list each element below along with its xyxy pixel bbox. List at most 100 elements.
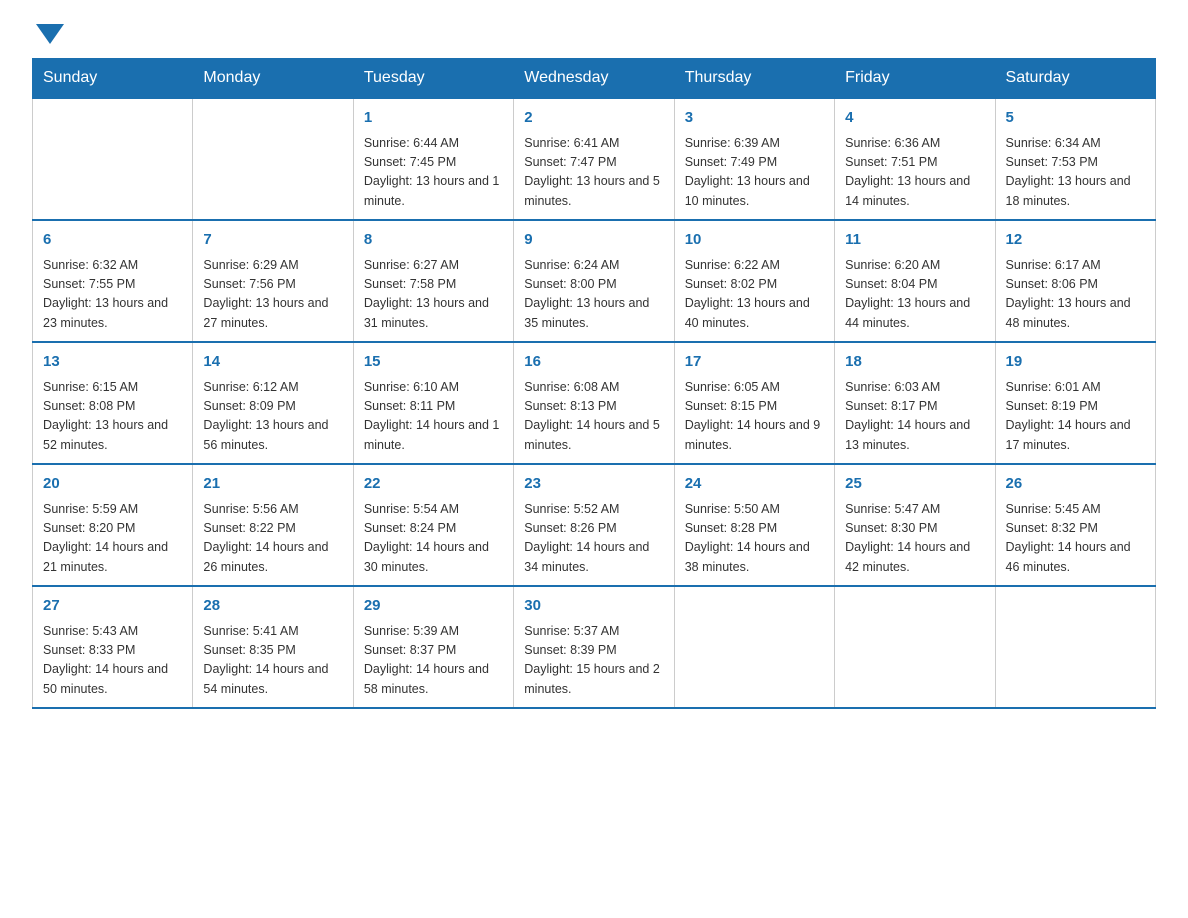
calendar-week-row: 1 Sunrise: 6:44 AMSunset: 7:45 PMDaylight… bbox=[33, 98, 1156, 220]
weekday-header-monday: Monday bbox=[193, 59, 353, 99]
day-info: Sunrise: 6:15 AMSunset: 8:08 PMDaylight:… bbox=[43, 378, 182, 456]
calendar-cell: 26 Sunrise: 5:45 AMSunset: 8:32 PMDayligh… bbox=[995, 464, 1155, 586]
calendar-cell: 24Sunrise: 5:50 AMSunset: 8:28 PMDayligh… bbox=[674, 464, 834, 586]
calendar-week-row: 13 Sunrise: 6:15 AMSunset: 8:08 PMDayligh… bbox=[33, 342, 1156, 464]
calendar-cell: 23 Sunrise: 5:52 AMSunset: 8:26 PMDayligh… bbox=[514, 464, 674, 586]
day-info: Sunrise: 6:05 AMSunset: 8:15 PMDaylight:… bbox=[685, 378, 824, 456]
day-info: Sunrise: 6:22 AMSunset: 8:02 PMDaylight:… bbox=[685, 256, 824, 334]
day-info: Sunrise: 6:41 AMSunset: 7:47 PMDaylight:… bbox=[524, 134, 663, 212]
calendar-cell: 28 Sunrise: 5:41 AMSunset: 8:35 PMDayligh… bbox=[193, 586, 353, 708]
calendar-cell bbox=[995, 586, 1155, 708]
day-number: 4 bbox=[845, 107, 984, 130]
calendar-cell bbox=[835, 586, 995, 708]
calendar-cell: 11 Sunrise: 6:20 AMSunset: 8:04 PMDayligh… bbox=[835, 220, 995, 342]
day-number: 14 bbox=[203, 351, 342, 374]
day-number: 7 bbox=[203, 229, 342, 252]
day-info: Sunrise: 5:37 AMSunset: 8:39 PMDaylight:… bbox=[524, 622, 663, 700]
day-info: Sunrise: 5:41 AMSunset: 8:35 PMDaylight:… bbox=[203, 622, 342, 700]
day-number: 16 bbox=[524, 351, 663, 374]
weekday-header-tuesday: Tuesday bbox=[353, 59, 513, 99]
day-info: Sunrise: 5:50 AMSunset: 8:28 PMDaylight:… bbox=[685, 500, 824, 578]
day-info: Sunrise: 6:24 AMSunset: 8:00 PMDaylight:… bbox=[524, 256, 663, 334]
calendar-cell: 5Sunrise: 6:34 AMSunset: 7:53 PMDaylight… bbox=[995, 98, 1155, 220]
logo-triangle-icon bbox=[36, 24, 64, 44]
calendar-cell: 25 Sunrise: 5:47 AMSunset: 8:30 PMDayligh… bbox=[835, 464, 995, 586]
day-number: 26 bbox=[1006, 473, 1145, 496]
day-info: Sunrise: 5:56 AMSunset: 8:22 PMDaylight:… bbox=[203, 500, 342, 578]
day-number: 21 bbox=[203, 473, 342, 496]
day-info: Sunrise: 5:43 AMSunset: 8:33 PMDaylight:… bbox=[43, 622, 182, 700]
calendar-week-row: 6Sunrise: 6:32 AMSunset: 7:55 PMDaylight… bbox=[33, 220, 1156, 342]
day-number: 8 bbox=[364, 229, 503, 252]
day-number: 3 bbox=[685, 107, 824, 130]
calendar-cell: 22 Sunrise: 5:54 AMSunset: 8:24 PMDayligh… bbox=[353, 464, 513, 586]
logo bbox=[32, 24, 64, 38]
day-info: Sunrise: 5:39 AMSunset: 8:37 PMDaylight:… bbox=[364, 622, 503, 700]
calendar-cell: 4 Sunrise: 6:36 AMSunset: 7:51 PMDaylight… bbox=[835, 98, 995, 220]
day-info: Sunrise: 5:52 AMSunset: 8:26 PMDaylight:… bbox=[524, 500, 663, 578]
day-info: Sunrise: 6:44 AMSunset: 7:45 PMDaylight:… bbox=[364, 134, 503, 212]
calendar-cell: 20 Sunrise: 5:59 AMSunset: 8:20 PMDayligh… bbox=[33, 464, 193, 586]
day-info: Sunrise: 6:20 AMSunset: 8:04 PMDaylight:… bbox=[845, 256, 984, 334]
day-number: 19 bbox=[1006, 351, 1145, 374]
day-number: 2 bbox=[524, 107, 663, 130]
weekday-header-wednesday: Wednesday bbox=[514, 59, 674, 99]
calendar-cell: 13 Sunrise: 6:15 AMSunset: 8:08 PMDayligh… bbox=[33, 342, 193, 464]
calendar-cell: 3 Sunrise: 6:39 AMSunset: 7:49 PMDaylight… bbox=[674, 98, 834, 220]
day-info: Sunrise: 6:36 AMSunset: 7:51 PMDaylight:… bbox=[845, 134, 984, 212]
weekday-header-thursday: Thursday bbox=[674, 59, 834, 99]
calendar-cell: 17 Sunrise: 6:05 AMSunset: 8:15 PMDayligh… bbox=[674, 342, 834, 464]
day-number: 10 bbox=[685, 229, 824, 252]
day-number: 17 bbox=[685, 351, 824, 374]
day-number: 30 bbox=[524, 595, 663, 618]
day-info: Sunrise: 6:12 AMSunset: 8:09 PMDaylight:… bbox=[203, 378, 342, 456]
day-number: 27 bbox=[43, 595, 182, 618]
calendar-week-row: 27 Sunrise: 5:43 AMSunset: 8:33 PMDayligh… bbox=[33, 586, 1156, 708]
day-number: 13 bbox=[43, 351, 182, 374]
day-info: Sunrise: 5:47 AMSunset: 8:30 PMDaylight:… bbox=[845, 500, 984, 578]
page-header bbox=[32, 24, 1156, 38]
day-number: 9 bbox=[524, 229, 663, 252]
day-info: Sunrise: 6:39 AMSunset: 7:49 PMDaylight:… bbox=[685, 134, 824, 212]
calendar-cell: 6Sunrise: 6:32 AMSunset: 7:55 PMDaylight… bbox=[33, 220, 193, 342]
calendar-cell: 9 Sunrise: 6:24 AMSunset: 8:00 PMDaylight… bbox=[514, 220, 674, 342]
day-info: Sunrise: 5:45 AMSunset: 8:32 PMDaylight:… bbox=[1006, 500, 1145, 578]
day-info: Sunrise: 6:10 AMSunset: 8:11 PMDaylight:… bbox=[364, 378, 503, 456]
day-info: Sunrise: 6:32 AMSunset: 7:55 PMDaylight:… bbox=[43, 256, 182, 334]
weekday-header-row: SundayMondayTuesdayWednesdayThursdayFrid… bbox=[33, 59, 1156, 99]
day-number: 1 bbox=[364, 107, 503, 130]
weekday-header-saturday: Saturday bbox=[995, 59, 1155, 99]
calendar-cell: 16Sunrise: 6:08 AMSunset: 8:13 PMDayligh… bbox=[514, 342, 674, 464]
calendar-cell: 10 Sunrise: 6:22 AMSunset: 8:02 PMDayligh… bbox=[674, 220, 834, 342]
calendar-cell: 29 Sunrise: 5:39 AMSunset: 8:37 PMDayligh… bbox=[353, 586, 513, 708]
weekday-header-sunday: Sunday bbox=[33, 59, 193, 99]
day-number: 29 bbox=[364, 595, 503, 618]
day-number: 15 bbox=[364, 351, 503, 374]
calendar-cell bbox=[193, 98, 353, 220]
calendar-cell: 15 Sunrise: 6:10 AMSunset: 8:11 PMDayligh… bbox=[353, 342, 513, 464]
day-info: Sunrise: 6:01 AMSunset: 8:19 PMDaylight:… bbox=[1006, 378, 1145, 456]
day-info: Sunrise: 6:17 AMSunset: 8:06 PMDaylight:… bbox=[1006, 256, 1145, 334]
calendar-cell: 8Sunrise: 6:27 AMSunset: 7:58 PMDaylight… bbox=[353, 220, 513, 342]
day-info: Sunrise: 6:34 AMSunset: 7:53 PMDaylight:… bbox=[1006, 134, 1145, 212]
day-number: 22 bbox=[364, 473, 503, 496]
calendar-week-row: 20 Sunrise: 5:59 AMSunset: 8:20 PMDayligh… bbox=[33, 464, 1156, 586]
day-number: 28 bbox=[203, 595, 342, 618]
day-number: 11 bbox=[845, 229, 984, 252]
day-number: 23 bbox=[524, 473, 663, 496]
calendar-cell: 2 Sunrise: 6:41 AMSunset: 7:47 PMDaylight… bbox=[514, 98, 674, 220]
day-number: 18 bbox=[845, 351, 984, 374]
calendar-cell: 27 Sunrise: 5:43 AMSunset: 8:33 PMDayligh… bbox=[33, 586, 193, 708]
calendar-cell bbox=[674, 586, 834, 708]
calendar-cell: 1 Sunrise: 6:44 AMSunset: 7:45 PMDaylight… bbox=[353, 98, 513, 220]
calendar-cell: 30 Sunrise: 5:37 AMSunset: 8:39 PMDayligh… bbox=[514, 586, 674, 708]
day-number: 20 bbox=[43, 473, 182, 496]
day-info: Sunrise: 5:59 AMSunset: 8:20 PMDaylight:… bbox=[43, 500, 182, 578]
day-info: Sunrise: 6:29 AMSunset: 7:56 PMDaylight:… bbox=[203, 256, 342, 334]
calendar-table: SundayMondayTuesdayWednesdayThursdayFrid… bbox=[32, 58, 1156, 709]
weekday-header-friday: Friday bbox=[835, 59, 995, 99]
day-info: Sunrise: 6:03 AMSunset: 8:17 PMDaylight:… bbox=[845, 378, 984, 456]
day-number: 12 bbox=[1006, 229, 1145, 252]
day-number: 25 bbox=[845, 473, 984, 496]
day-info: Sunrise: 5:54 AMSunset: 8:24 PMDaylight:… bbox=[364, 500, 503, 578]
